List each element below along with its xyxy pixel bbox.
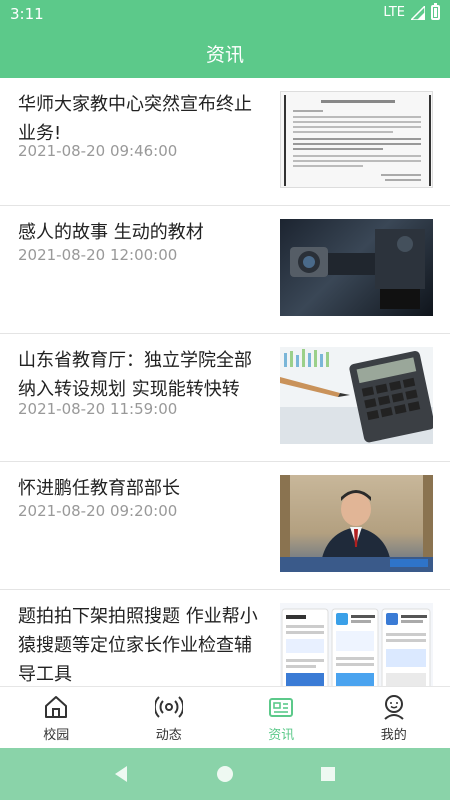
camera-image — [280, 219, 433, 316]
official-image — [280, 475, 433, 572]
back-icon[interactable] — [112, 764, 132, 784]
nav-label: 我的 — [380, 728, 407, 743]
broadcast-icon — [154, 696, 183, 718]
document-image — [280, 91, 433, 188]
news-item[interactable]: 怀进鹏任教育部部长 2021-08-20 09:20:00 — [0, 462, 450, 590]
news-time: 2021-08-20 11:59:00 — [18, 400, 178, 418]
news-title: 山东省教育厅：独立学院全部纳入转设规划 实现能转快转 — [18, 350, 252, 400]
nav-item-profile[interactable]: 我的 — [338, 687, 450, 748]
news-title: 华师大家教中心突然宣布终止业务! — [18, 94, 252, 144]
battery-icon — [431, 3, 440, 20]
status-bar: 3:11 LTE — [0, 0, 450, 28]
nav-label: 资讯 — [268, 728, 295, 743]
house-icon — [45, 696, 68, 718]
nav-item-campus[interactable]: 校园 — [0, 687, 113, 748]
bottom-nav: 校园 动态 资讯 我的 — [0, 686, 450, 748]
news-title: 感人的故事 生动的教材 — [18, 222, 204, 243]
nav-item-feed[interactable]: 动态 — [113, 687, 226, 748]
news-item[interactable]: 感人的故事 生动的教材 2021-08-20 12:00:00 — [0, 206, 450, 334]
nav-item-news[interactable]: 资讯 — [225, 687, 338, 748]
page-title: 资讯 — [205, 43, 244, 66]
recents-icon[interactable] — [318, 764, 338, 784]
news-list[interactable]: 华师大家教中心突然宣布终止业务! 2021-08-20 09:46:00 感人的… — [0, 78, 450, 686]
person-icon — [384, 695, 404, 720]
home-icon[interactable] — [215, 764, 235, 784]
news-title: 题拍拍下架拍照搜题 作业帮小猿搜题等定位家长作业检查辅导工具 — [18, 606, 258, 685]
news-time: 2021-08-20 09:46:00 — [18, 142, 178, 160]
app-screenshot-image — [280, 603, 433, 686]
news-time: 2021-08-20 12:00:00 — [18, 246, 178, 264]
calculator-image — [280, 347, 433, 444]
system-nav-bar — [0, 748, 450, 800]
status-indicators: LTE — [383, 3, 440, 20]
news-item[interactable]: 山东省教育厅：独立学院全部纳入转设规划 实现能转快转 2021-08-20 11… — [0, 334, 450, 462]
nav-label: 校园 — [43, 728, 70, 743]
news-title: 怀进鹏任教育部部长 — [18, 478, 180, 499]
news-item[interactable]: 题拍拍下架拍照搜题 作业帮小猿搜题等定位家长作业检查辅导工具 — [0, 590, 450, 686]
status-time: 3:11 — [10, 5, 44, 23]
nav-label: 动态 — [155, 728, 182, 743]
news-icon — [269, 698, 294, 717]
news-item[interactable]: 华师大家教中心突然宣布终止业务! 2021-08-20 09:46:00 — [0, 78, 450, 206]
app-bar: 资讯 — [0, 28, 450, 78]
news-time: 2021-08-20 09:20:00 — [18, 502, 178, 520]
signal-icon — [411, 5, 425, 20]
network-type: LTE — [383, 5, 405, 20]
